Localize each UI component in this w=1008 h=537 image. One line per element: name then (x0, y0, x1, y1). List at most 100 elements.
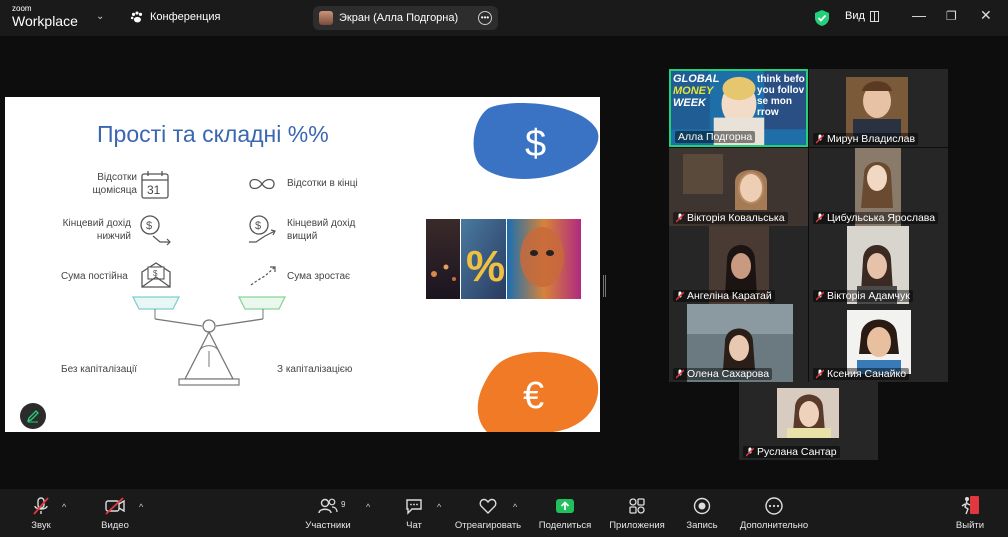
brand-small: zoom (12, 4, 32, 13)
close-icon[interactable]: ✕ (980, 7, 992, 24)
participant-tile-sanaiko[interactable]: Ксения Санайко (809, 304, 948, 382)
restore-icon[interactable]: ❐ (946, 9, 957, 23)
participant-gallery: GLOBAL MONEY WEEK think befo you follov … (668, 69, 948, 462)
video-label: Видео (101, 520, 129, 531)
left-label-1-text: Відсотки щомісяца (92, 172, 137, 196)
participant-tile-karatai[interactable]: Ангеліна Каратай (669, 226, 808, 304)
screen-share-label: Экран (Алла Подгорна) (339, 12, 459, 24)
meeting-controls-toolbar: Звук ^ Видео ^ Участники 9 ^ Чат ^ Отреа… (0, 489, 1008, 537)
participants-count: 9 (341, 500, 346, 509)
participant-name-text: Руслана Сантар (757, 446, 837, 458)
participant-tile-tsybulska[interactable]: Цибульська Ярослава (809, 148, 948, 226)
participant-name-text: Вікторія Адамчук (827, 290, 910, 302)
paw-icon (130, 11, 143, 23)
muted-mic-icon (676, 369, 684, 379)
muted-mic-icon (676, 213, 684, 223)
participant-tile-myrun[interactable]: Мирун Владислав (809, 69, 948, 147)
audio-options-caret-icon[interactable]: ^ (62, 502, 66, 512)
growth-arrow-icon (250, 266, 276, 286)
participant-tile-santar[interactable]: Руслана Сантар (739, 382, 878, 460)
video-button[interactable]: Видео (100, 489, 130, 537)
banner-right-line-2: you follov (757, 85, 805, 96)
audio-button[interactable]: Звук (28, 489, 54, 537)
share-screen-icon (556, 499, 574, 513)
participants-icon (318, 498, 338, 514)
more-options-icon[interactable]: ••• (478, 11, 492, 25)
left-label-2-text: Кінцевий дохід нижчий (62, 218, 131, 242)
participant-tile-sakharova[interactable]: Олена Сахарова (669, 304, 808, 382)
record-button[interactable]: Запись (685, 489, 719, 537)
muted-mic-icon (816, 369, 824, 379)
participant-name-text: Ангеліна Каратай (687, 290, 772, 302)
participant-tile-viktoria-k[interactable]: Вікторія Ковальська (669, 148, 808, 226)
participant-name-text: Ксения Санайко (827, 368, 907, 380)
svg-text:%: % (466, 242, 505, 291)
audio-label: Звук (31, 520, 51, 531)
participant-name: Ангеліна Каратай (673, 290, 775, 302)
apps-icon (629, 498, 645, 514)
participant-name: Вікторія Адамчук (813, 290, 913, 302)
annotate-pen-button[interactable] (20, 403, 46, 429)
participant-name-text: Алла Подгорна (678, 131, 753, 143)
calendar-31-icon: 31 (141, 171, 169, 199)
right-label-2: Кінцевий дохід вищий (287, 217, 355, 243)
participants-options-caret-icon[interactable]: ^ (366, 502, 370, 512)
security-shield-icon[interactable] (814, 9, 830, 27)
screen-share-indicator[interactable]: Экран (Алла Подгорна) ••• (313, 6, 498, 30)
participant-tile-adamchuk[interactable]: Вікторія Адамчук (809, 226, 948, 304)
chat-options-caret-icon[interactable]: ^ (437, 502, 441, 512)
banner-line-3: WEEK (673, 97, 706, 109)
share-screen-button[interactable]: Поделиться (537, 489, 593, 537)
brand-chevron-down-icon[interactable]: ⌄ (96, 11, 104, 22)
left-label-3: Сума постійна (61, 270, 128, 283)
minimize-icon[interactable]: — (912, 7, 926, 23)
banner-left: GLOBAL MONEY WEEK (673, 73, 719, 109)
muted-mic-icon (816, 134, 824, 144)
muted-mic-icon (676, 291, 684, 301)
svg-text:$: $ (255, 220, 261, 232)
right-label-2-text: Кінцевий дохід вищий (287, 218, 356, 242)
video-options-caret-icon[interactable]: ^ (139, 502, 143, 512)
banner-right: think befo you follov se mon rrow (757, 74, 805, 118)
record-icon (693, 497, 711, 515)
record-label: Запись (686, 520, 718, 531)
right-label-1: Відсотки в кінці (287, 177, 358, 190)
calendar-day: 31 (147, 183, 161, 197)
split-view-resize-handle[interactable] (603, 275, 606, 297)
apps-button[interactable]: Приложения (608, 489, 666, 537)
leave-meeting-button[interactable]: Выйти (955, 489, 985, 537)
meeting-name: Конференция (150, 11, 221, 23)
banner-line-1: GLOBAL (673, 73, 720, 85)
meeting-info-button[interactable]: Конференция (130, 10, 220, 24)
muted-mic-icon (746, 447, 754, 457)
apps-label: Приложения (609, 520, 665, 531)
more-button[interactable]: Дополнительно (738, 489, 810, 537)
participant-tile-alla[interactable]: GLOBAL MONEY WEEK think befo you follov … (669, 69, 808, 147)
muted-mic-icon (816, 213, 824, 223)
slide-title: Прості та складні %% (97, 121, 329, 147)
left-label-1: Відсотки щомісяца (89, 171, 137, 197)
banner-right-line-4: rrow (757, 107, 779, 118)
slide-photo-strip: % (426, 219, 581, 299)
react-options-caret-icon[interactable]: ^ (513, 502, 517, 512)
banner-right-line-3: se mon (757, 96, 793, 107)
right-label-1-text: Відсотки в кінці (287, 178, 358, 189)
view-label: Вид (845, 10, 865, 22)
left-label-2: Кінцевий дохід нижчий (53, 217, 131, 243)
balance-scales-illustration (131, 296, 287, 386)
top-bar: zoom Workplace ⌄ Конференция Экран (Алла… (0, 0, 1008, 36)
share-label: Поделиться (538, 520, 592, 531)
participants-button[interactable]: Участники (304, 489, 352, 537)
pen-icon (26, 410, 39, 423)
left-label-3-text: Сума постійна (61, 271, 128, 282)
participant-name: Алла Подгорна (675, 131, 756, 143)
chat-button[interactable]: Чат (403, 489, 425, 537)
participants-label: Участники (305, 520, 351, 531)
right-label-3-text: Сума зростає (287, 271, 351, 282)
react-button[interactable]: Отреагировать (455, 489, 521, 537)
more-label: Дополнительно (739, 520, 809, 531)
participant-name: Олена Сахарова (673, 368, 773, 380)
participant-name-text: Вікторія Ковальська (687, 212, 785, 224)
view-button[interactable]: Вид (845, 10, 879, 22)
chat-icon (406, 499, 422, 515)
